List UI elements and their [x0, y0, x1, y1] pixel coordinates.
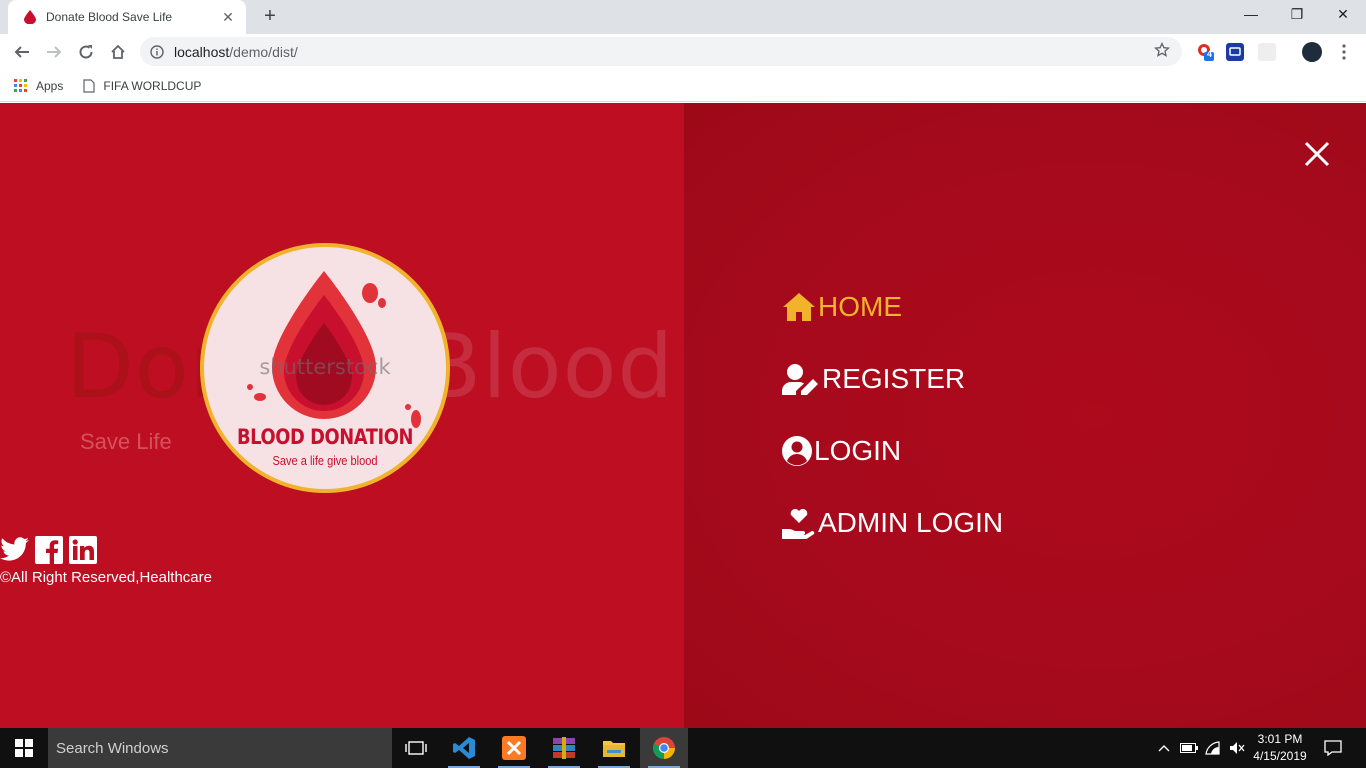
volume-muted-icon[interactable]: [1226, 728, 1248, 768]
menu-item-home[interactable]: HOME: [782, 291, 902, 323]
tab-strip: Donate Blood Save Life ✕ + — ❐ ✕: [0, 0, 1366, 34]
clock-time: 3:01 PM: [1257, 732, 1303, 746]
menu-label: LOGIN: [814, 435, 902, 466]
menu-label: HOME: [818, 291, 902, 322]
facebook-icon[interactable]: [34, 535, 64, 565]
bookmark-fifa-worldcup[interactable]: FIFA WORLDCUP: [83, 79, 201, 93]
extension-blue-icon[interactable]: [1226, 43, 1244, 61]
new-tab-button[interactable]: +: [258, 5, 282, 29]
menu-dots-icon[interactable]: [1330, 38, 1358, 66]
clock-date: 4/15/2019: [1253, 749, 1307, 763]
menu-item-login[interactable]: LOGIN: [782, 435, 901, 467]
vscode-icon[interactable]: [440, 728, 488, 768]
linkedin-icon[interactable]: [68, 535, 98, 565]
hero-panel: Donate Blood Save Life shutterstock BLOO…: [0, 103, 684, 728]
user-circle-icon: [782, 436, 812, 466]
close-menu-icon[interactable]: [1302, 139, 1332, 169]
tray-expand-icon[interactable]: [1154, 728, 1174, 768]
wifi-icon[interactable]: [1202, 728, 1224, 768]
extension-grey-icon[interactable]: [1258, 43, 1276, 61]
bookmark-label: FIFA WORLDCUP: [103, 78, 202, 93]
tab-title: Donate Blood Save Life: [46, 10, 173, 24]
blood-drop-favicon-icon: [22, 9, 38, 25]
browser-tab[interactable]: Donate Blood Save Life ✕: [8, 0, 246, 34]
bookmark-label: Apps: [36, 78, 64, 93]
nav-panel: HOME REGISTER LOGIN ADMIN LOGIN: [684, 103, 1366, 728]
home-icon: [783, 293, 815, 321]
logo-subtitle: Save a life give blood: [272, 453, 378, 468]
home-button-icon[interactable]: [104, 38, 132, 66]
extension-badge: 4: [1207, 49, 1213, 59]
url-path: /demo/dist/: [229, 43, 298, 60]
minimize-button[interactable]: —: [1228, 0, 1274, 30]
bookmark-star-icon[interactable]: [1153, 41, 1172, 60]
twitter-icon[interactable]: [0, 535, 30, 565]
xampp-icon[interactable]: [490, 728, 538, 768]
social-links: [0, 535, 98, 565]
footer-copyright: ©All Right Reserved,Healthcare: [0, 569, 212, 586]
profile-avatar[interactable]: [1302, 42, 1322, 62]
forward-icon[interactable]: [40, 38, 68, 66]
taskbar-search[interactable]: Search Windows: [48, 728, 392, 768]
windows-taskbar: Search Windows 3:01 PM 4/15/2019: [0, 728, 1366, 768]
chrome-icon[interactable]: [640, 728, 688, 768]
page-icon: [83, 78, 95, 93]
browser-toolbar: localhost/demo/dist/ 4: [0, 34, 1366, 70]
menu-label: REGISTER: [822, 363, 966, 394]
url-host: localhost: [174, 43, 230, 60]
taskbar-clock[interactable]: 3:01 PM 4/15/2019: [1248, 731, 1312, 765]
menu-item-admin-login[interactable]: ADMIN LOGIN: [782, 507, 1003, 539]
taskbar-search-placeholder: Search Windows: [56, 739, 169, 757]
logo-watermark: shutterstock: [259, 355, 391, 379]
hero-subtitle: Save Life: [80, 429, 172, 454]
task-view-icon[interactable]: [392, 728, 440, 768]
windows-start-icon[interactable]: [0, 728, 48, 768]
logo-title: BLOOD DONATION: [236, 425, 414, 449]
menu-item-register[interactable]: REGISTER: [782, 363, 965, 395]
apps-grid-icon: [14, 78, 27, 92]
bookmarks-bar: Apps FIFA WORLDCUP: [0, 70, 1366, 102]
file-explorer-icon[interactable]: [590, 728, 638, 768]
tab-close-icon[interactable]: ✕: [220, 9, 236, 26]
info-icon[interactable]: [150, 44, 166, 60]
blood-donation-logo: shutterstock BLOOD DONATION Save a life …: [200, 243, 450, 493]
bookmark-apps[interactable]: Apps: [14, 78, 64, 93]
notifications-icon[interactable]: [1318, 728, 1348, 768]
menu-label: ADMIN LOGIN: [818, 507, 1004, 538]
address-bar[interactable]: localhost/demo/dist/: [140, 37, 1182, 66]
hand-heart-icon: [782, 508, 815, 539]
web-page: Donate Blood Save Life shutterstock BLOO…: [0, 103, 1366, 728]
reload-icon[interactable]: [72, 38, 100, 66]
back-icon[interactable]: [8, 38, 36, 66]
winrar-icon[interactable]: [540, 728, 588, 768]
battery-icon[interactable]: [1178, 728, 1200, 768]
window-close-button[interactable]: ✕: [1320, 0, 1366, 30]
restore-button[interactable]: ❐: [1274, 0, 1320, 30]
extension-red-icon[interactable]: 4: [1196, 43, 1214, 61]
user-edit-icon: [782, 364, 818, 395]
